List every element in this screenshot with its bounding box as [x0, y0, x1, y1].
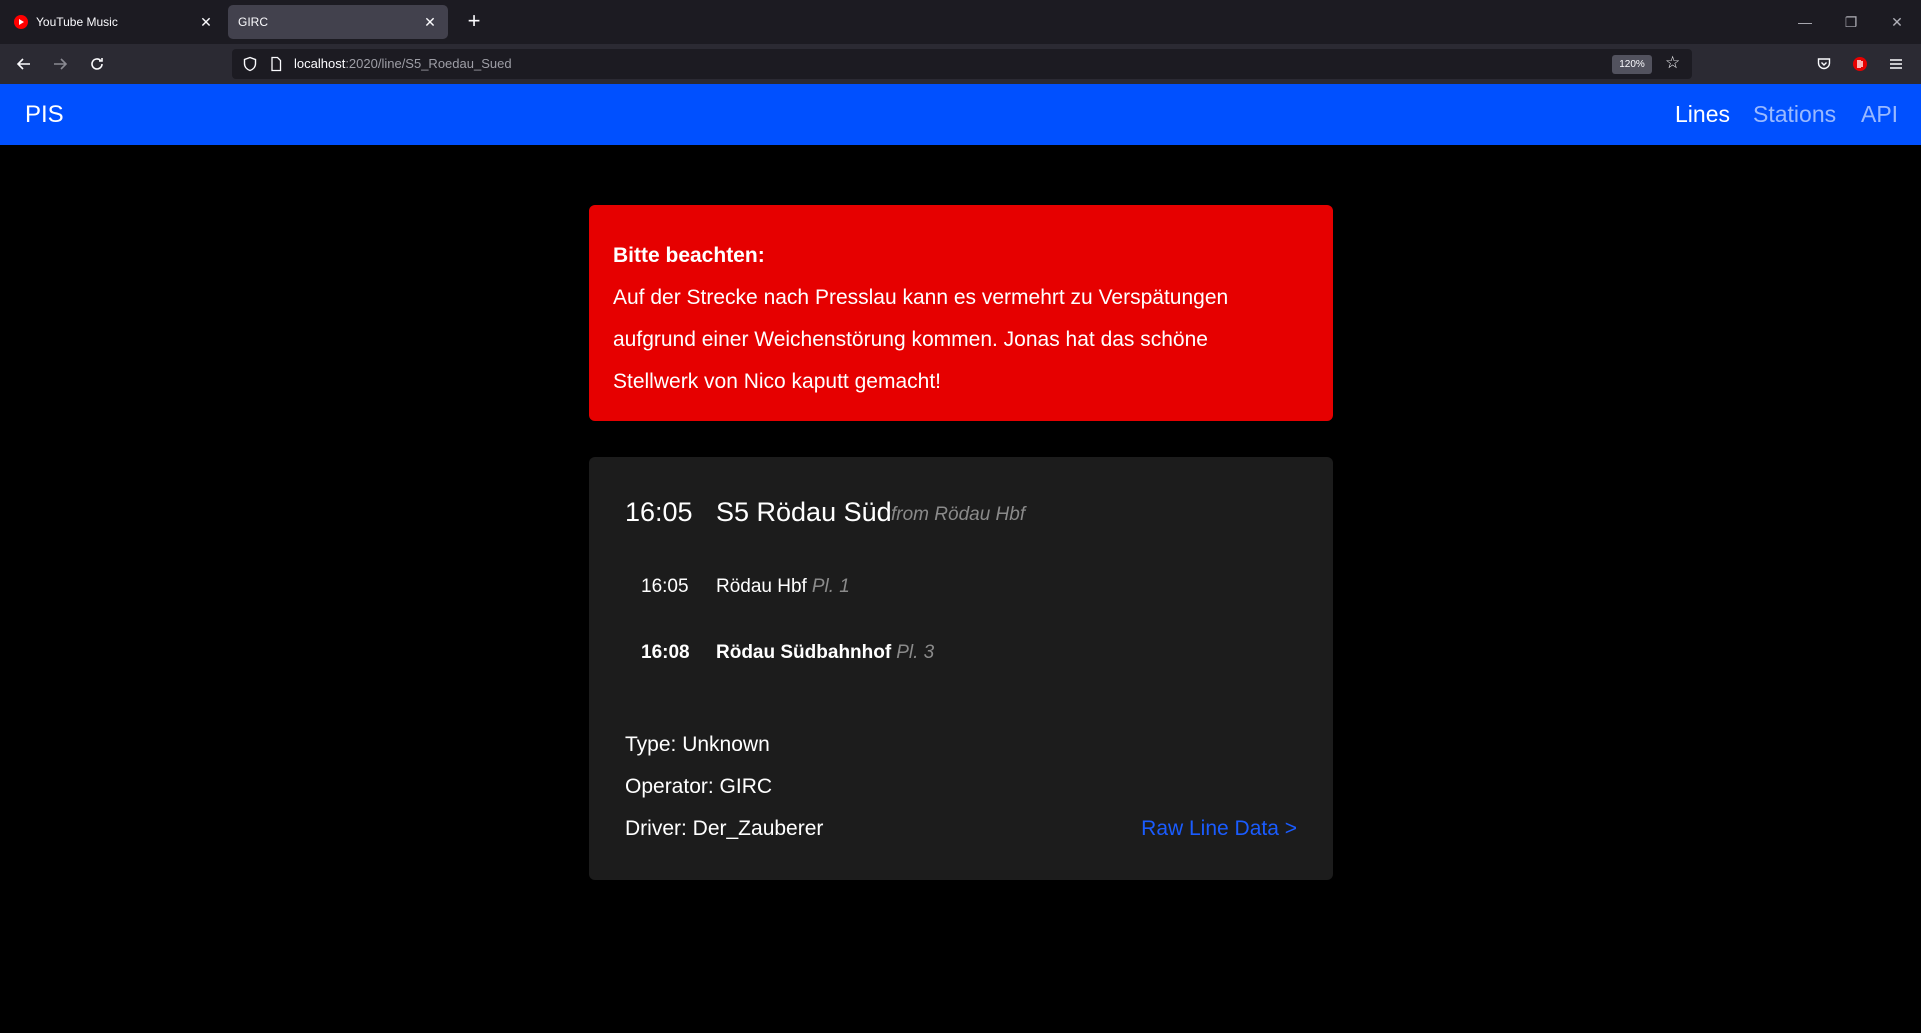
close-window-button[interactable]: ✕ [1874, 0, 1920, 44]
tab-title: GIRC [238, 15, 268, 29]
close-tab-icon[interactable]: ✕ [422, 14, 438, 31]
line-card: 16:05 S5 Rödau Süd from Rödau Hbf 16:05 … [589, 457, 1333, 880]
line-operator: Operator: GIRC [625, 775, 773, 798]
line-type: Type: Unknown [625, 733, 770, 756]
back-icon[interactable] [10, 50, 38, 78]
line-origin: from Rödau Hbf [891, 504, 1026, 525]
alert-message-line: aufgrund einer Weichenstörung kommen. Jo… [613, 328, 1208, 351]
bookmark-star-icon[interactable]: ☆ [1665, 53, 1680, 73]
youtube-music-icon [14, 15, 28, 29]
alert-title: Bitte beachten: [613, 244, 765, 267]
stop-row: 16:05 Rödau Hbf Pl. 1 [589, 576, 1333, 606]
forward-icon[interactable] [46, 50, 74, 78]
url-text[interactable]: localhost:2020/line/S5_Roedau_Sued [294, 56, 512, 71]
minimize-button[interactable]: — [1782, 0, 1828, 44]
page-content: PIS Lines Stations API Bitte beachten: A… [0, 84, 1921, 1033]
menu-icon[interactable] [1884, 52, 1908, 76]
nav-link-stations[interactable]: Stations [1753, 101, 1836, 128]
browser-tab-bar: YouTube Music ✕ GIRC ✕ + — ❐ ✕ [0, 0, 1921, 44]
app-navbar: PIS Lines Stations API [0, 84, 1921, 145]
page-icon[interactable] [268, 56, 284, 77]
stop-station[interactable]: Rödau Südbahnhof Pl. 3 [716, 642, 934, 664]
restore-button[interactable]: ❐ [1828, 0, 1874, 44]
stop-station[interactable]: Rödau Hbf Pl. 1 [716, 576, 850, 598]
reload-icon[interactable] [83, 50, 111, 78]
line-driver: Driver: Der_Zauberer [625, 817, 824, 840]
browser-nav-bar: localhost:2020/line/S5_Roedau_Sued 120% … [0, 44, 1921, 84]
stop-time: 16:08 [641, 642, 690, 663]
alert-message-line: Auf der Strecke nach Presslau kann es ve… [613, 286, 1229, 309]
new-tab-button[interactable]: + [460, 8, 488, 36]
stop-platform: Pl. 1 [811, 576, 850, 597]
nav-link-lines[interactable]: Lines [1675, 101, 1730, 128]
brand-logo[interactable]: PIS [25, 101, 64, 129]
extension-icon[interactable] [1848, 52, 1872, 76]
alert-box: Bitte beachten: Auf der Strecke nach Pre… [589, 205, 1333, 421]
url-path: :2020/line/S5_Roedau_Sued [345, 56, 512, 71]
line-name: S5 Rödau Süd [716, 497, 892, 527]
departure-time: 16:05 [625, 497, 693, 527]
stop-row: 16:08 Rödau Südbahnhof Pl. 3 [589, 642, 1333, 672]
alert-message-line: Stellwerk von Nico kaputt gemacht! [613, 370, 941, 393]
stop-time: 16:05 [641, 576, 689, 597]
tab-youtube-music[interactable]: YouTube Music ✕ [4, 5, 224, 39]
shield-icon[interactable] [242, 56, 258, 77]
tab-title: YouTube Music [36, 15, 118, 29]
url-host: localhost [294, 56, 346, 71]
tab-girc[interactable]: GIRC ✕ [228, 5, 448, 39]
raw-line-data-link[interactable]: Raw Line Data > [1141, 817, 1297, 841]
url-bar[interactable]: localhost:2020/line/S5_Roedau_Sued 120% … [232, 49, 1692, 79]
stop-platform: Pl. 3 [896, 642, 935, 663]
zoom-level-badge[interactable]: 120% [1612, 55, 1652, 74]
pocket-icon[interactable] [1812, 52, 1836, 76]
stop-station-name: Rödau Hbf [716, 576, 807, 597]
nav-link-api[interactable]: API [1861, 101, 1898, 128]
stop-station-name: Rödau Südbahnhof [716, 642, 892, 663]
close-tab-icon[interactable]: ✕ [198, 14, 214, 31]
